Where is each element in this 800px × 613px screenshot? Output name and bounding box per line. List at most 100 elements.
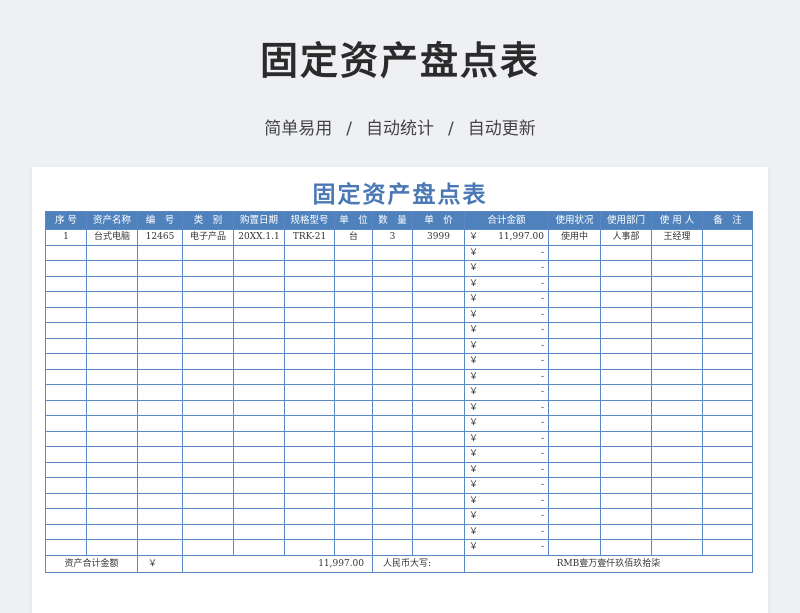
table-cell[interactable] bbox=[548, 539, 601, 556]
table-cell[interactable] bbox=[702, 368, 753, 385]
table-cell[interactable] bbox=[412, 461, 465, 478]
table-cell[interactable] bbox=[182, 461, 234, 478]
table-cell[interactable] bbox=[372, 244, 413, 261]
table-cell[interactable] bbox=[182, 492, 234, 509]
table-cell[interactable] bbox=[45, 477, 87, 494]
table-cell[interactable] bbox=[702, 244, 753, 261]
table-cell[interactable] bbox=[548, 291, 601, 308]
table-cell[interactable] bbox=[233, 275, 285, 292]
table-cell[interactable] bbox=[548, 430, 601, 447]
table-cell[interactable] bbox=[600, 275, 652, 292]
table-cell[interactable] bbox=[86, 244, 138, 261]
table-cell[interactable] bbox=[651, 306, 703, 323]
table-cell[interactable] bbox=[334, 461, 373, 478]
table-cell[interactable] bbox=[334, 260, 373, 277]
table-cell[interactable] bbox=[182, 368, 234, 385]
table-cell[interactable] bbox=[651, 244, 703, 261]
table-cell[interactable] bbox=[137, 477, 183, 494]
table-cell[interactable] bbox=[334, 430, 373, 447]
table-cell[interactable] bbox=[702, 523, 753, 540]
table-cell[interactable] bbox=[372, 322, 413, 339]
table-cell[interactable] bbox=[137, 539, 183, 556]
table-cell[interactable] bbox=[45, 368, 87, 385]
table-cell[interactable] bbox=[45, 461, 87, 478]
table-cell[interactable] bbox=[86, 492, 138, 509]
table-cell[interactable] bbox=[233, 415, 285, 432]
table-cell[interactable] bbox=[548, 306, 601, 323]
table-cell[interactable] bbox=[137, 337, 183, 354]
cell-total[interactable]: ￥ - bbox=[464, 461, 549, 478]
table-cell[interactable] bbox=[86, 508, 138, 525]
table-cell[interactable] bbox=[334, 539, 373, 556]
table-cell[interactable] bbox=[182, 322, 234, 339]
table-cell[interactable] bbox=[334, 477, 373, 494]
cell-total[interactable]: ￥ - bbox=[464, 322, 549, 339]
table-cell[interactable] bbox=[233, 306, 285, 323]
table-cell[interactable] bbox=[334, 291, 373, 308]
table-cell[interactable] bbox=[548, 446, 601, 463]
table-cell[interactable] bbox=[600, 291, 652, 308]
cell-category[interactable]: 电子产品 bbox=[182, 229, 234, 246]
table-cell[interactable] bbox=[651, 430, 703, 447]
table-cell[interactable] bbox=[284, 446, 335, 463]
table-cell[interactable] bbox=[372, 446, 413, 463]
table-cell[interactable] bbox=[182, 539, 234, 556]
table-cell[interactable] bbox=[651, 291, 703, 308]
table-cell[interactable] bbox=[412, 477, 465, 494]
cell-total[interactable]: ￥ - bbox=[464, 260, 549, 277]
table-cell[interactable] bbox=[412, 508, 465, 525]
table-cell[interactable] bbox=[600, 446, 652, 463]
cell-note[interactable] bbox=[702, 229, 753, 246]
table-cell[interactable] bbox=[137, 446, 183, 463]
table-cell[interactable] bbox=[702, 430, 753, 447]
table-cell[interactable] bbox=[600, 306, 652, 323]
table-cell[interactable] bbox=[45, 353, 87, 370]
table-cell[interactable] bbox=[702, 384, 753, 401]
table-cell[interactable] bbox=[284, 384, 335, 401]
table-cell[interactable] bbox=[86, 477, 138, 494]
table-cell[interactable] bbox=[284, 322, 335, 339]
table-cell[interactable] bbox=[412, 399, 465, 416]
table-cell[interactable] bbox=[651, 353, 703, 370]
table-cell[interactable] bbox=[86, 461, 138, 478]
table-cell[interactable] bbox=[548, 461, 601, 478]
table-cell[interactable] bbox=[600, 353, 652, 370]
table-cell[interactable] bbox=[137, 368, 183, 385]
table-cell[interactable] bbox=[334, 399, 373, 416]
cell-total[interactable]: ￥ - bbox=[464, 523, 549, 540]
table-cell[interactable] bbox=[137, 291, 183, 308]
table-cell[interactable] bbox=[86, 523, 138, 540]
table-cell[interactable] bbox=[372, 430, 413, 447]
cell-date[interactable]: 20XX.1.1 bbox=[233, 229, 285, 246]
cell-price[interactable]: 3999 bbox=[412, 229, 465, 246]
table-cell[interactable] bbox=[651, 508, 703, 525]
cell-total[interactable]: ￥ - bbox=[464, 353, 549, 370]
table-cell[interactable] bbox=[45, 384, 87, 401]
cell-total[interactable]: ￥ - bbox=[464, 244, 549, 261]
cell-total[interactable]: ￥ - bbox=[464, 446, 549, 463]
table-cell[interactable] bbox=[372, 306, 413, 323]
table-cell[interactable] bbox=[600, 430, 652, 447]
table-cell[interactable] bbox=[284, 523, 335, 540]
table-cell[interactable] bbox=[372, 461, 413, 478]
table-cell[interactable] bbox=[182, 337, 234, 354]
table-cell[interactable] bbox=[412, 337, 465, 354]
cell-total[interactable]: ￥ - bbox=[464, 430, 549, 447]
table-cell[interactable] bbox=[233, 539, 285, 556]
table-cell[interactable] bbox=[334, 322, 373, 339]
table-cell[interactable] bbox=[372, 477, 413, 494]
table-cell[interactable] bbox=[182, 306, 234, 323]
table-cell[interactable] bbox=[182, 415, 234, 432]
table-cell[interactable] bbox=[651, 446, 703, 463]
table-cell[interactable] bbox=[548, 337, 601, 354]
table-cell[interactable] bbox=[651, 260, 703, 277]
table-cell[interactable] bbox=[548, 353, 601, 370]
table-cell[interactable] bbox=[86, 539, 138, 556]
table-cell[interactable] bbox=[372, 399, 413, 416]
table-cell[interactable] bbox=[45, 508, 87, 525]
cell-total[interactable]: ￥ - bbox=[464, 306, 549, 323]
table-cell[interactable] bbox=[182, 446, 234, 463]
table-cell[interactable] bbox=[45, 492, 87, 509]
table-cell[interactable] bbox=[372, 275, 413, 292]
cell-total[interactable]: ￥ - bbox=[464, 508, 549, 525]
